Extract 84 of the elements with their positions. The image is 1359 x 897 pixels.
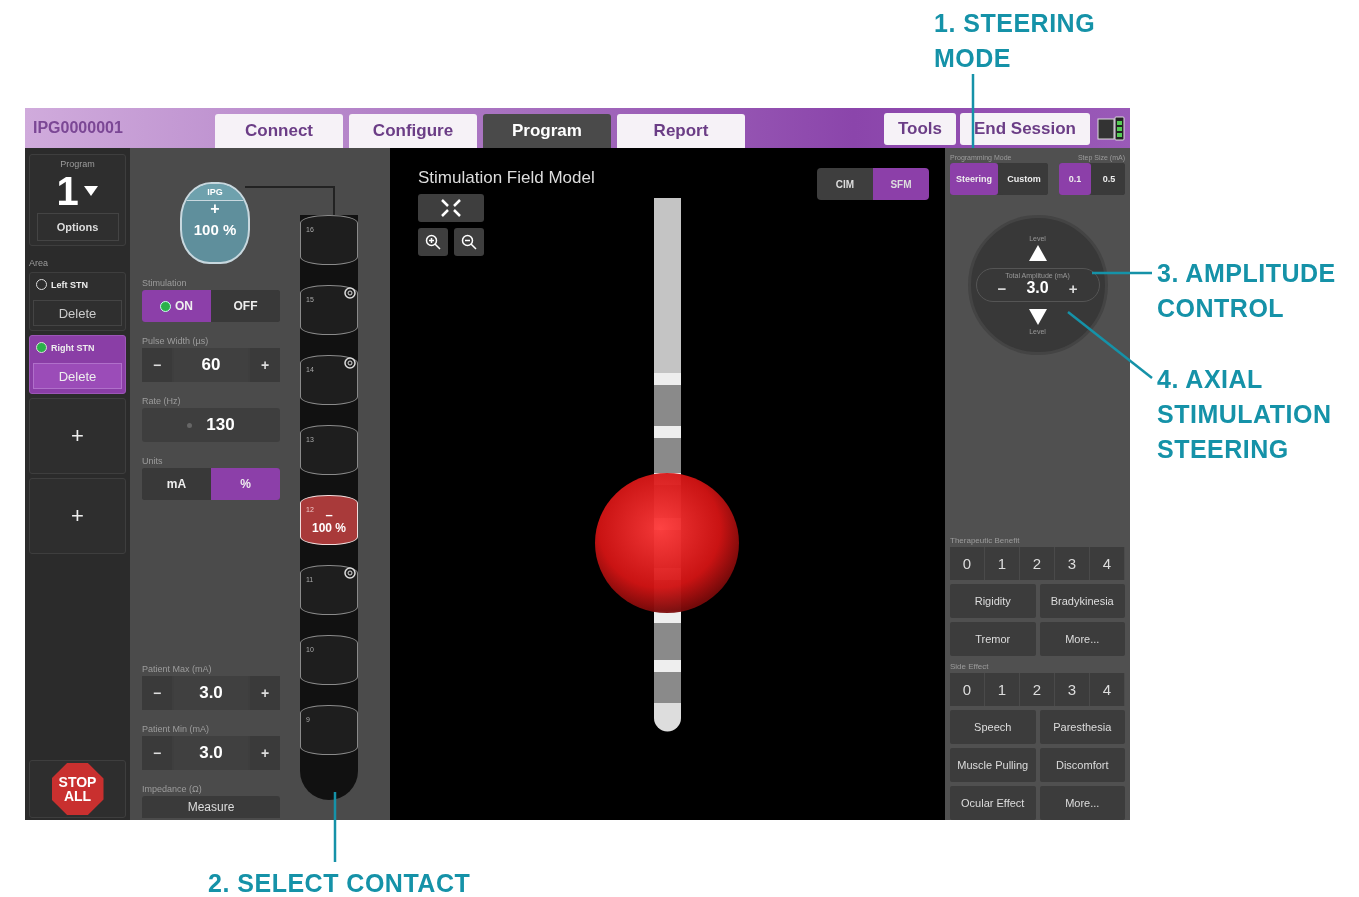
field-label: Rate (Hz) (142, 396, 182, 406)
delete-button[interactable]: Delete (33, 363, 122, 389)
contact-amplitude: 100 % (312, 521, 346, 535)
program-label: Program (60, 159, 95, 169)
symptom-button[interactable]: Bradykinesia (1039, 584, 1125, 618)
up-triangle-icon (1027, 244, 1048, 262)
collapse-arrows-icon (440, 198, 462, 218)
callout-label: 3. AMPLITUDE CONTROL (1157, 258, 1337, 324)
symptom-button[interactable]: More... (1039, 622, 1125, 656)
decrement-button[interactable]: − (142, 348, 172, 382)
increment-button[interactable]: + (250, 348, 280, 382)
symptom-button[interactable]: Ocular Effect (950, 786, 1036, 820)
measure-button[interactable]: Measure (142, 796, 280, 818)
view-mode-toggle[interactable]: SFM (873, 168, 929, 200)
leader-line (333, 792, 337, 862)
radio-indicator[interactable] (36, 342, 47, 353)
toggle-option[interactable]: % (211, 468, 280, 500)
options-button[interactable]: Options (36, 213, 119, 241)
field-label: Stimulation (142, 278, 188, 288)
segment-icon (344, 357, 356, 369)
header-button[interactable]: Tools (883, 113, 956, 145)
dropdown-caret-icon (82, 185, 99, 197)
increment-button[interactable]: + (250, 736, 280, 770)
segment-icon (344, 287, 356, 299)
area-card[interactable]: Right STN Delete (29, 335, 126, 394)
toggle-option[interactable]: ON (142, 290, 211, 322)
rating-button[interactable]: 0 (950, 547, 985, 580)
mode-option[interactable]: Steering (950, 163, 998, 195)
decrement-button[interactable]: − (142, 676, 172, 710)
symptom-button[interactable]: Muscle Pulling (950, 748, 1036, 782)
section-label: Therapeutic Benefit (950, 536, 1021, 545)
callout-label: 4. AXIAL STIMULATION STEERING (1157, 364, 1333, 465)
leader-line (1092, 271, 1152, 275)
zoom-out-icon (461, 234, 477, 250)
increment-button[interactable]: + (1068, 279, 1078, 297)
step-option[interactable]: 0.1 (1059, 163, 1091, 195)
symptom-button[interactable]: Tremor (950, 622, 1036, 656)
ipg-polarity: + (210, 201, 220, 217)
zoom-in-button[interactable] (418, 228, 448, 256)
callout-label: 2. SELECT CONTACT (208, 868, 471, 897)
add-area-button[interactable]: + (29, 478, 126, 554)
symptom-button[interactable]: Rigidity (950, 584, 1036, 618)
header-button[interactable]: End Session (959, 113, 1090, 145)
area-name: Left STN (51, 279, 88, 290)
viewer-title: Stimulation Field Model (418, 168, 595, 188)
amplitude-value: 3.0 (1026, 279, 1049, 297)
symptom-button[interactable]: Discomfort (1039, 748, 1125, 782)
ipg-amplitude: 100 % (193, 221, 237, 238)
zoom-in-icon (425, 234, 441, 250)
stop-all-button[interactable]: STOP ALL (51, 763, 104, 815)
zoom-out-button[interactable] (454, 228, 484, 256)
rating-button[interactable]: 0 (950, 673, 985, 706)
increment-button[interactable]: + (250, 676, 280, 710)
value-field[interactable]: 130 (142, 408, 280, 442)
decrement-button[interactable]: − (142, 736, 172, 770)
field-label: Patient Min (mA) (142, 724, 211, 734)
decrement-button[interactable]: − (997, 279, 1007, 297)
segment-icon (344, 567, 356, 579)
delete-button[interactable]: Delete (33, 300, 122, 326)
callout-label: 1. STEERING MODE (934, 8, 1097, 74)
area-label: Area (29, 258, 49, 268)
area-name: Right STN (51, 342, 95, 353)
ipg-contact[interactable]: IPG + 100 % (180, 182, 250, 264)
collapse-button[interactable] (418, 194, 484, 222)
tab[interactable]: Report (617, 114, 745, 148)
field-label: Patient Max (mA) (142, 664, 213, 674)
view-mode-toggle[interactable]: CIM (817, 168, 873, 200)
field-label: Impedance (Ω) (142, 784, 203, 794)
device-id: IPG0000001 (32, 119, 124, 137)
tab[interactable]: Program (483, 114, 611, 148)
add-area-button[interactable]: + (29, 398, 126, 474)
down-triangle-icon (1027, 308, 1048, 326)
symptom-button[interactable]: Speech (950, 710, 1036, 744)
symptom-button[interactable]: Paresthesia (1039, 710, 1125, 744)
field-label: Units (142, 456, 164, 466)
area-card[interactable]: Left STN Delete (29, 272, 126, 331)
tab[interactable]: Connect (215, 114, 343, 148)
tab[interactable]: Configure (349, 114, 477, 148)
program-number[interactable]: 1 (56, 169, 79, 213)
contact-polarity: – (325, 509, 333, 521)
symptom-button[interactable]: More... (1039, 786, 1125, 820)
field-label: Pulse Width (µs) (142, 336, 210, 346)
battery-icon (1096, 113, 1126, 143)
section-label: Side Effect (950, 662, 990, 671)
